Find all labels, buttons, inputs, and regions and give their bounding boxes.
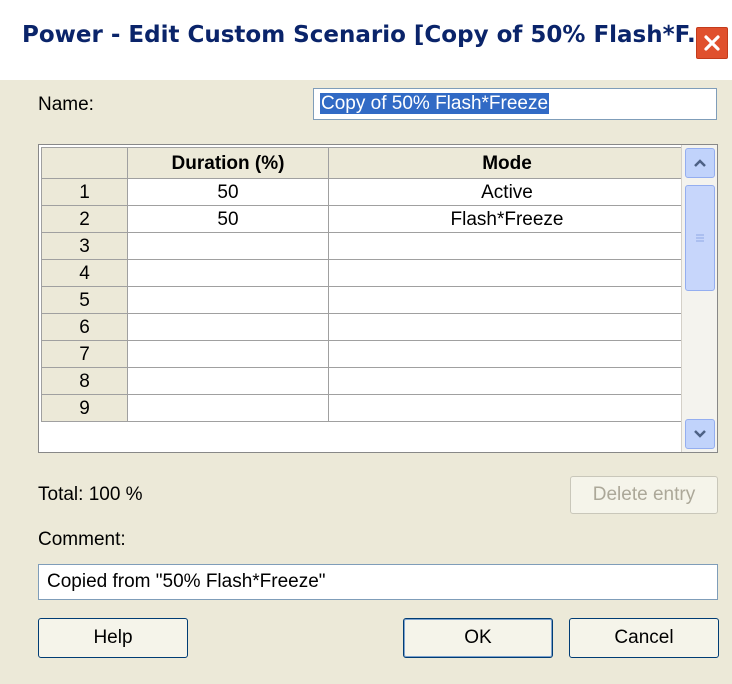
mode-cell[interactable] [328,340,686,368]
mode-cell[interactable] [328,232,686,260]
chevron-up-icon [694,159,706,167]
row-number: 9 [41,394,128,422]
duration-cell[interactable] [127,367,329,395]
table-row[interactable]: 6 [41,313,686,341]
table-row[interactable]: 3 [41,232,686,260]
close-icon [704,35,720,51]
cancel-button[interactable]: Cancel [569,618,719,658]
mode-cell[interactable]: Flash*Freeze [328,205,686,233]
delete-entry-button[interactable]: Delete entry [570,476,718,514]
duration-cell[interactable] [127,259,329,287]
row-number: 6 [41,313,128,341]
table-row[interactable]: 7 [41,340,686,368]
table-row[interactable]: 4 [41,259,686,287]
table-header-row: Duration (%) Mode [41,147,686,179]
duration-cell[interactable] [127,286,329,314]
window-title: Power - Edit Custom Scenario [Copy of 50… [22,22,714,48]
table-row[interactable]: 2 50 Flash*Freeze [41,205,686,233]
table-row[interactable]: 9 [41,394,686,422]
mode-cell[interactable] [328,394,686,422]
comment-field[interactable]: Copied from "50% Flash*Freeze" [38,564,718,600]
duration-cell[interactable] [127,394,329,422]
row-number: 5 [41,286,128,314]
name-label: Name: [38,94,94,115]
header-duration[interactable]: Duration (%) [127,147,329,179]
scroll-thumb[interactable] [685,185,715,291]
title-bar[interactable]: Power - Edit Custom Scenario [Copy of 50… [0,0,732,80]
row-number: 7 [41,340,128,368]
header-rownum [41,147,128,179]
mode-cell[interactable] [328,313,686,341]
chevron-down-icon [694,430,706,438]
mode-cell[interactable] [328,259,686,287]
comment-field-value: Copied from "50% Flash*Freeze" [47,571,326,592]
duration-cell[interactable]: 50 [127,178,329,206]
table-row[interactable]: 1 50 Active [41,178,686,206]
table-row[interactable]: 5 [41,286,686,314]
table-row[interactable]: 8 [41,367,686,395]
scroll-up-button[interactable] [685,148,715,178]
total-label: Total: 100 % [38,484,143,505]
mode-cell[interactable]: Active [328,178,686,206]
name-field[interactable]: Copy of 50% Flash*Freeze [313,88,717,120]
name-field-value: Copy of 50% Flash*Freeze [320,93,550,114]
vertical-scrollbar[interactable] [681,145,717,452]
ok-button[interactable]: OK [403,618,553,658]
scenario-table: Duration (%) Mode 1 50 Active 2 50 Flash… [41,147,686,422]
row-number: 1 [41,178,128,206]
row-number: 2 [41,205,128,233]
row-number: 3 [41,232,128,260]
help-button[interactable]: Help [38,618,188,658]
grip-icon [696,234,704,242]
scroll-down-button[interactable] [685,419,715,449]
header-mode[interactable]: Mode [328,147,686,179]
row-number: 4 [41,259,128,287]
duration-cell[interactable] [127,340,329,368]
duration-cell[interactable]: 50 [127,205,329,233]
row-number: 8 [41,367,128,395]
duration-cell[interactable] [127,313,329,341]
duration-cell[interactable] [127,232,329,260]
mode-cell[interactable] [328,367,686,395]
close-button[interactable] [695,26,729,60]
comment-label: Comment: [38,529,126,550]
mode-cell[interactable] [328,286,686,314]
scenario-grid[interactable]: Duration (%) Mode 1 50 Active 2 50 Flash… [38,144,718,453]
